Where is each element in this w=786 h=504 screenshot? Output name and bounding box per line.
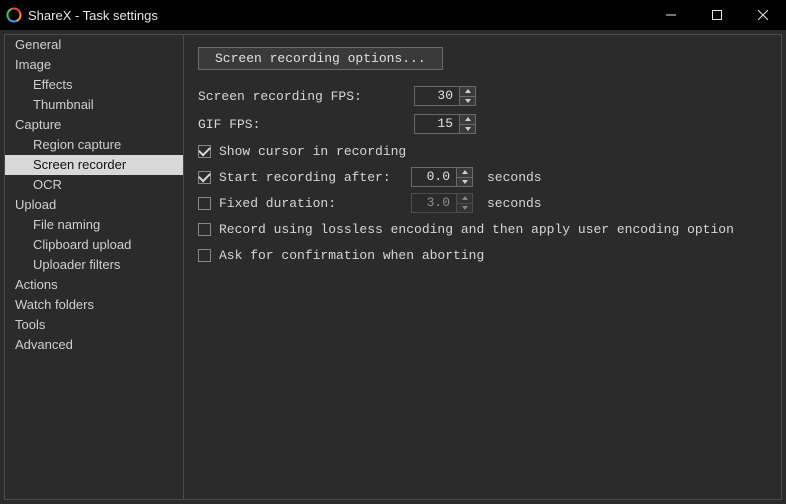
titlebar: ShareX - Task settings bbox=[0, 0, 786, 30]
sidebar-item-ocr[interactable]: OCR bbox=[5, 175, 183, 195]
sidebar-item-thumbnail[interactable]: Thumbnail bbox=[5, 95, 183, 115]
sidebar-item-screen-recorder[interactable]: Screen recorder bbox=[5, 155, 183, 175]
start-after-spinner[interactable]: 0.0 bbox=[411, 167, 473, 187]
start-after-label: Start recording after: bbox=[219, 170, 411, 185]
sidebar-item-general[interactable]: General bbox=[5, 35, 183, 55]
fps-value: 30 bbox=[415, 87, 459, 105]
minimize-button[interactable] bbox=[648, 0, 694, 30]
lossless-checkbox[interactable] bbox=[198, 223, 211, 236]
gif-fps-value: 15 bbox=[415, 115, 459, 133]
fixed-duration-unit: seconds bbox=[487, 196, 542, 211]
fixed-duration-value: 3.0 bbox=[412, 194, 456, 212]
fps-label: Screen recording FPS: bbox=[198, 89, 414, 104]
start-after-value: 0.0 bbox=[412, 168, 456, 186]
sidebar-item-file-naming[interactable]: File naming bbox=[5, 215, 183, 235]
fps-spinner[interactable]: 30 bbox=[414, 86, 476, 106]
sidebar-item-effects[interactable]: Effects bbox=[5, 75, 183, 95]
window-title: ShareX - Task settings bbox=[28, 8, 158, 23]
sidebar-item-tools[interactable]: Tools bbox=[5, 315, 183, 335]
app-icon bbox=[6, 7, 22, 23]
confirm-abort-label: Ask for confirmation when aborting bbox=[219, 248, 484, 263]
fps-down[interactable] bbox=[460, 96, 475, 106]
start-after-up[interactable] bbox=[457, 168, 472, 177]
fixed-duration-down bbox=[457, 203, 472, 213]
confirm-abort-checkbox[interactable] bbox=[198, 249, 211, 262]
gif-fps-label: GIF FPS: bbox=[198, 117, 414, 132]
start-after-down[interactable] bbox=[457, 177, 472, 187]
lossless-label: Record using lossless encoding and then … bbox=[219, 222, 734, 237]
show-cursor-checkbox[interactable] bbox=[198, 145, 211, 158]
maximize-button[interactable] bbox=[694, 0, 740, 30]
close-button[interactable] bbox=[740, 0, 786, 30]
sidebar-item-image[interactable]: Image bbox=[5, 55, 183, 75]
fixed-duration-spinner: 3.0 bbox=[411, 193, 473, 213]
fixed-duration-up bbox=[457, 194, 472, 203]
start-after-checkbox[interactable] bbox=[198, 171, 211, 184]
screen-recording-options-button[interactable]: Screen recording options... bbox=[198, 47, 443, 70]
sidebar-item-actions[interactable]: Actions bbox=[5, 275, 183, 295]
sidebar-item-advanced[interactable]: Advanced bbox=[5, 335, 183, 355]
settings-panel: Screen recording options... Screen recor… bbox=[184, 34, 782, 500]
sidebar-item-region-capture[interactable]: Region capture bbox=[5, 135, 183, 155]
show-cursor-label: Show cursor in recording bbox=[219, 144, 406, 159]
sidebar-item-capture[interactable]: Capture bbox=[5, 115, 183, 135]
fixed-duration-label: Fixed duration: bbox=[219, 196, 411, 211]
sidebar-item-clipboard-upload[interactable]: Clipboard upload bbox=[5, 235, 183, 255]
sidebar-item-watch-folders[interactable]: Watch folders bbox=[5, 295, 183, 315]
gif-fps-spinner[interactable]: 15 bbox=[414, 114, 476, 134]
gif-fps-down[interactable] bbox=[460, 124, 475, 134]
sidebar: GeneralImageEffectsThumbnailCaptureRegio… bbox=[4, 34, 184, 500]
fps-up[interactable] bbox=[460, 87, 475, 96]
start-after-unit: seconds bbox=[487, 170, 542, 185]
fixed-duration-checkbox[interactable] bbox=[198, 197, 211, 210]
gif-fps-up[interactable] bbox=[460, 115, 475, 124]
sidebar-item-upload[interactable]: Upload bbox=[5, 195, 183, 215]
sidebar-item-uploader-filters[interactable]: Uploader filters bbox=[5, 255, 183, 275]
